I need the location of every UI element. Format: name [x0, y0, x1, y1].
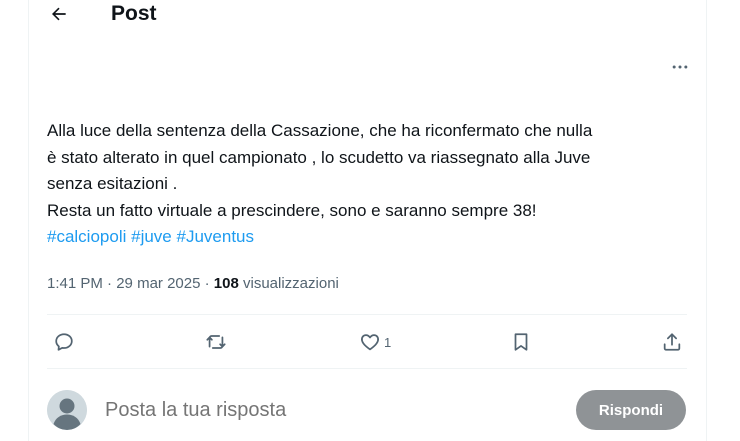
reply-input[interactable] [105, 396, 545, 424]
divider [47, 368, 687, 369]
hashtag-list: #calciopoli #juve #Juventus [47, 224, 687, 251]
reply-composer: Rispondi [47, 384, 687, 436]
divider [47, 314, 687, 315]
bookmark-button[interactable] [510, 328, 532, 356]
like-count: 1 [384, 334, 392, 350]
more-horizontal-icon [672, 65, 688, 69]
post-text-line: è stato alterato in quel campionato , lo… [47, 147, 591, 167]
views-label: visualizzazioni [243, 275, 339, 292]
reply-submit-button[interactable]: Rispondi [576, 390, 686, 430]
heart-icon [361, 334, 379, 351]
back-button[interactable] [47, 2, 71, 26]
share-button[interactable] [661, 328, 683, 356]
header: Post [29, 0, 706, 30]
page-title: Post [111, 2, 157, 25]
post-text-line: senza esitazioni . [47, 174, 178, 193]
post-text: Alla luce della sentenza della Cassazion… [47, 118, 687, 251]
post-time[interactable]: 1:41 PM [47, 275, 103, 292]
post-text-line: Alla luce della sentenza della Cassazion… [47, 121, 593, 140]
more-options-button[interactable] [667, 56, 693, 78]
post-meta: 1:41 PM · 29 mar 2025 · 108 visualizzazi… [47, 275, 339, 292]
repost-button[interactable] [204, 328, 228, 356]
post-date[interactable]: 29 mar 2025 [116, 275, 200, 292]
hashtag-link[interactable]: #calciopoli [47, 227, 126, 246]
hashtag-link[interactable]: #juve [131, 227, 172, 246]
reply-button[interactable] [53, 328, 75, 356]
default-avatar-icon [47, 390, 87, 430]
bookmark-icon [514, 333, 528, 351]
views-count: 108 [213, 275, 239, 292]
arrow-left-icon [52, 7, 66, 21]
post-column: Post Alla luce della sentenza della Cass… [28, 0, 707, 441]
hashtag-link[interactable]: #Juventus [177, 227, 255, 246]
avatar[interactable] [47, 390, 87, 430]
meta-separator: · [204, 275, 210, 292]
repost-icon [206, 335, 226, 349]
reply-icon [55, 333, 73, 351]
like-button[interactable]: 1 [359, 328, 391, 356]
share-icon [663, 333, 681, 351]
post-text-line: Resta un fatto virtuale a prescindere, s… [47, 200, 537, 220]
meta-separator: · [107, 275, 113, 292]
